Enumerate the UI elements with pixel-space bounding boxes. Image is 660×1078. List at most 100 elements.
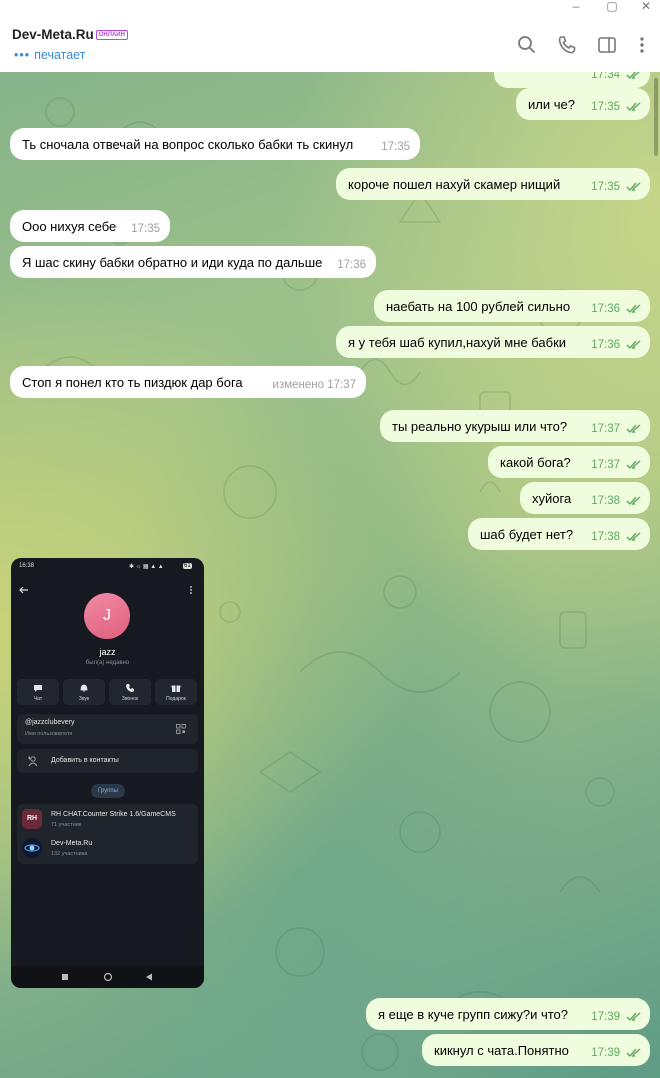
group-avatar-rh: RH <box>22 809 42 829</box>
read-ticks-icon <box>626 496 641 506</box>
chat-area[interactable]: 17:34 или че? 17:35 Ть сночала отвечай на в… <box>0 72 660 1078</box>
message-text: я еще в куче групп сижу?и что? <box>378 1007 569 1022</box>
message-time: изменено 17:37 <box>273 379 356 391</box>
incoming-message[interactable]: Ооо нихуя себе 17:35 <box>10 210 170 242</box>
back-arrow-icon <box>19 586 28 594</box>
read-ticks-icon <box>626 340 641 350</box>
search-icon[interactable] <box>516 34 538 56</box>
message-time: 17:37 <box>591 459 642 471</box>
typing-text: печатает <box>34 48 86 62</box>
message-time: 17:35 <box>591 101 642 113</box>
outgoing-message[interactable]: какой бога? 17:37 <box>488 446 650 478</box>
message-timestamp: 17:35 <box>381 141 410 153</box>
group-avatar-devmeta <box>22 838 42 858</box>
message-timestamp: 17:39 <box>591 1047 620 1059</box>
message-timestamp: 17:35 <box>591 181 620 193</box>
outgoing-message[interactable]: короче пошел нахуй скамер нищий 17:35 <box>336 168 650 200</box>
phone-call-icon[interactable] <box>556 34 578 56</box>
message-text: я у тебя шаб купил,нахуй мне бабки <box>348 335 567 350</box>
group-name: RH CHAT.Counter Strike 1.6/GameCMS <box>51 811 176 818</box>
devmeta-logo-icon <box>24 844 40 852</box>
add-contact-card: Добавить в контакты <box>17 749 198 773</box>
phone-icon <box>126 684 134 692</box>
groups-list: RH RH CHAT.Counter Strike 1.6/GameCMS 71… <box>17 804 198 864</box>
message-timestamp: 17:38 <box>591 531 620 543</box>
read-ticks-icon <box>626 182 641 192</box>
outgoing-message[interactable]: наебать на 100 рублей сильно 17:36 <box>374 290 650 322</box>
more-menu-icon[interactable] <box>631 34 653 56</box>
message-timestamp: 17:35 <box>131 223 160 235</box>
phone-more-icon <box>190 586 192 594</box>
nav-recents-icon <box>62 974 68 980</box>
window-titlebar: – ▢ ✕ <box>0 0 660 16</box>
message-timestamp: 17:38 <box>591 495 620 507</box>
read-ticks-icon <box>626 102 641 112</box>
message-text: Я шас скину бабки обратно и иди куда по … <box>22 255 323 270</box>
read-ticks-icon <box>626 1012 641 1022</box>
read-ticks-icon <box>626 460 641 470</box>
message-text: Стоп я понел кто ть пиздюк дар бога <box>22 375 243 390</box>
outgoing-message[interactable]: 17:34 <box>494 72 650 88</box>
profile-username-label: Имя пользователя <box>25 731 73 737</box>
profile-call-label: Звонок <box>121 696 139 702</box>
nav-back-icon <box>146 973 152 981</box>
chat-title-text[interactable]: Dev-Meta.Ru <box>12 27 94 42</box>
message-timestamp: 17:39 <box>591 1011 620 1023</box>
message-time: 17:39 <box>591 1047 642 1059</box>
chat-scrollbar[interactable] <box>654 78 658 156</box>
message-timestamp: 17:36 <box>591 303 620 315</box>
outgoing-message[interactable]: кикнул с чата.Понятно 17:39 <box>422 1034 650 1066</box>
message-timestamp: 17:37 <box>591 423 620 435</box>
message-time: 17:38 <box>591 495 642 507</box>
qr-code-icon <box>176 724 186 734</box>
read-ticks-icon <box>626 304 641 314</box>
groups-tab: Группы <box>91 784 125 798</box>
incoming-message[interactable]: Стоп я понел кто ть пиздюк дар бога измен… <box>10 366 366 398</box>
incoming-message[interactable]: Ть сночала отвечай на вопрос сколько баб… <box>10 128 420 160</box>
outgoing-message[interactable]: хуйога 17:38 <box>520 482 650 514</box>
message-timestamp: 17:37 <box>591 459 620 471</box>
outgoing-message[interactable]: шаб будет нет? 17:38 <box>468 518 650 550</box>
message-timestamp: 17:36 <box>591 339 620 351</box>
bell-icon <box>80 684 88 692</box>
nav-home-icon <box>103 972 113 982</box>
read-ticks-icon <box>626 532 641 542</box>
profile-username: @jazzclubevery <box>25 719 75 726</box>
message-text: шаб будет нет? <box>480 527 574 542</box>
outgoing-message[interactable]: я у тебя шаб купил,нахуй мне бабки 17:36 <box>336 326 650 358</box>
gift-icon <box>171 685 181 692</box>
sidebar-toggle-icon[interactable] <box>596 34 618 56</box>
profile-chat-button: Чат <box>17 679 59 705</box>
chat-header: Dev-Meta.Ru ОНЛАЙН ••• печатает <box>0 16 660 73</box>
profile-gift-label: Подарок <box>166 696 186 702</box>
profile-name: jazz <box>99 647 116 657</box>
add-person-icon <box>28 756 38 767</box>
profile-gift-button: Подарок <box>155 679 197 705</box>
username-card: @jazzclubevery Имя пользователя <box>17 714 198 744</box>
outgoing-message[interactable]: я еще в куче групп сижу?и что? 17:39 <box>366 998 650 1030</box>
outgoing-message[interactable]: или че? 17:35 <box>516 88 650 120</box>
close-icon[interactable]: ✕ <box>636 0 656 14</box>
profile-sound-label: Звук <box>78 696 90 702</box>
group-member-count: 132 участника <box>51 851 88 857</box>
message-time: 17:35 <box>381 141 410 153</box>
message-time: 17:36 <box>337 259 366 271</box>
message-text: Ть сночала отвечай на вопрос сколько баб… <box>22 137 354 152</box>
phone-nav-bar <box>11 966 204 988</box>
message-text: или че? <box>528 97 575 112</box>
message-text: короче пошел нахуй скамер нищий <box>348 177 561 192</box>
minimize-icon[interactable]: – <box>566 0 586 14</box>
status-badge: ОНЛАЙН <box>95 30 128 40</box>
incoming-message[interactable]: Я шас скину бабки обратно и иди куда по … <box>10 246 376 278</box>
outgoing-message[interactable]: ты реально укурыш или что? 17:37 <box>380 410 650 442</box>
phone-clock: 16:38 <box>19 563 35 569</box>
typing-dots-icon: ••• <box>14 48 31 62</box>
chat-title[interactable]: Dev-Meta.Ru ОНЛАЙН <box>12 27 128 42</box>
photo-message[interactable]: 16:38 ✱ ☼ ▦ ▲ ▲ 61 J jazz был(а) недавно… <box>11 558 204 988</box>
message-time: 17:37 <box>591 423 642 435</box>
maximize-icon[interactable]: ▢ <box>602 0 622 14</box>
add-contact-label: Добавить в контакты <box>51 757 119 764</box>
message-text: хуйога <box>532 491 572 506</box>
profile-call-button: Звонок <box>109 679 151 705</box>
phone-battery: 61 <box>183 563 192 569</box>
